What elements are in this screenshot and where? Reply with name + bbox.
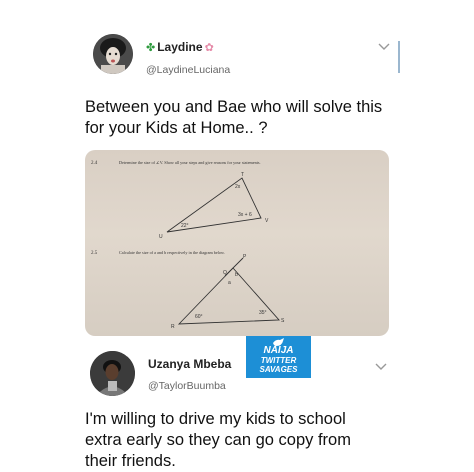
tweet-author-handle[interactable]: @LaydineLuciana	[146, 64, 230, 76]
reply-text-line: extra early so they can go copy from	[85, 431, 351, 449]
angle-U-label: 22°	[181, 223, 189, 229]
reply-text: I'm willing to drive my kids to school e…	[85, 409, 405, 472]
scrollbar[interactable]	[398, 41, 400, 73]
label-U: U	[159, 234, 163, 240]
label-R: R	[171, 324, 175, 330]
tweet-text: Between you and Bae who will solve this …	[85, 97, 405, 139]
avatar-laydine[interactable]	[93, 34, 133, 74]
reply-text-line: I'm willing to drive my kids to school	[85, 410, 346, 428]
label-S: S	[281, 318, 285, 324]
label-T: T	[241, 172, 244, 178]
reply-author-name[interactable]: Uzanya Mbeba	[148, 357, 231, 371]
portrait-image	[90, 351, 135, 396]
badge-line: NAIJA	[263, 345, 294, 356]
bird-icon	[273, 338, 284, 346]
label-P: P	[243, 254, 247, 260]
label-a: a	[228, 280, 231, 286]
badge-line: SAVAGES	[259, 365, 298, 374]
angle-S-label: 35°	[259, 310, 267, 316]
tweet-text-line: for your Kids at Home.. ?	[85, 119, 268, 137]
tweet-photo[interactable]: 2.4 Determine the size of ∠V. Show all y…	[85, 150, 389, 336]
label-b: b	[235, 272, 238, 278]
reply-author-handle[interactable]: @TaylorBuumba	[148, 380, 226, 392]
angle-R-label: 60°	[195, 314, 203, 320]
angle-T-label: 2x	[235, 184, 241, 190]
worksheet-diagram: 2.4 Determine the size of ∠V. Show all y…	[91, 160, 285, 330]
chevron-down-icon[interactable]	[378, 40, 390, 54]
q2-number: 2.5	[91, 251, 98, 256]
label-Q: Q	[223, 270, 227, 276]
q2-text: Calculate the size of a and b respective…	[119, 250, 225, 255]
q1-number: 2.4	[91, 161, 98, 166]
naija-twitter-savages-badge: NAIJA TWITTER SAVAGES	[246, 336, 311, 378]
badge-line: TWITTER	[260, 356, 297, 365]
avatar-uzanya[interactable]	[90, 351, 135, 396]
tweet-text-line: Between you and Bae who will solve this	[85, 98, 383, 116]
chevron-down-icon[interactable]	[375, 360, 387, 374]
angle-V-label: 3x + 6	[238, 212, 252, 218]
reply-text-line: their friends.	[85, 452, 176, 470]
clover-icon: ✤	[146, 41, 156, 54]
flower-icon: ✿	[204, 41, 214, 54]
label-V: V	[265, 218, 269, 224]
q1-text: Determine the size of ∠V. Show all your …	[119, 160, 261, 165]
portrait-image	[93, 34, 133, 74]
tweet-author-name[interactable]: Laydine	[157, 40, 202, 54]
